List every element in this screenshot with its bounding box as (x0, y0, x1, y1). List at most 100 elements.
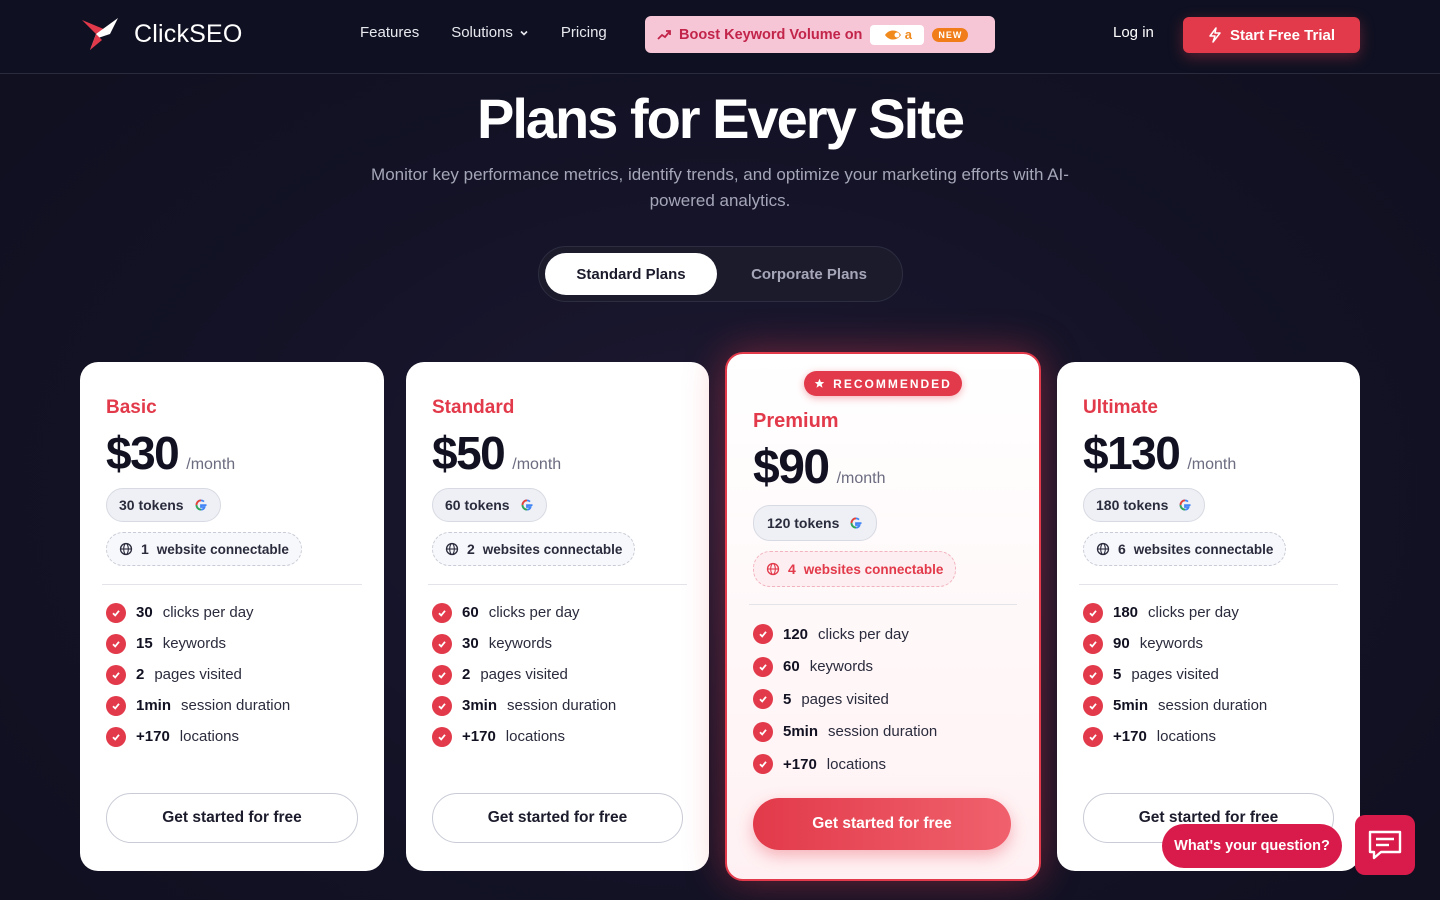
check-icon (106, 602, 126, 623)
divider (428, 584, 687, 585)
feature-item: 1min session duration (106, 690, 290, 721)
tokens-label: 120 tokens (767, 515, 840, 531)
feature-value: 5 (783, 690, 792, 708)
chat-launcher-button[interactable] (1355, 815, 1415, 875)
websites-pill: 2 websites connectable (432, 532, 636, 566)
plan-price: $50 /month (432, 426, 561, 480)
plan-price: $130 /month (1083, 426, 1236, 480)
check-icon (432, 726, 452, 747)
check-icon (432, 633, 452, 654)
check-icon (1083, 695, 1103, 716)
feature-label: clicks per day (488, 604, 580, 621)
feature-label: keywords (162, 635, 227, 652)
globe-icon (766, 562, 780, 576)
feature-item: 180 clicks per day (1083, 597, 1267, 628)
divider (1079, 584, 1338, 585)
plan-card-ultimate: Ultimate $130 /month 180 tokens 6 websit… (1057, 362, 1360, 871)
feature-item: 5min session duration (1083, 690, 1267, 721)
check-icon (106, 695, 126, 716)
nav-features[interactable]: Features (360, 24, 419, 41)
plan-name: Standard (432, 397, 515, 418)
promo-label: Boost Keyword Volume on (679, 26, 863, 43)
feature-item: 60 clicks per day (432, 597, 616, 628)
feature-item: 5 pages visited (1083, 659, 1267, 690)
check-icon (1083, 633, 1103, 654)
websites-pill: 6 websites connectable (1083, 532, 1287, 566)
plan-card-premium: RECOMMENDED Premium $90 /month 120 token… (725, 352, 1041, 881)
feature-item: 2 pages visited (432, 659, 616, 690)
brand-name: ClickSEO (134, 19, 243, 48)
plan-card-basic: Basic $30 /month 30 tokens 1 website con… (80, 362, 384, 871)
price-value: $30 (106, 427, 180, 479)
google-icon (195, 499, 207, 511)
tokens-label: 30 tokens (119, 497, 184, 513)
google-icon (521, 499, 533, 511)
feature-item: 60 keywords (753, 651, 937, 684)
feature-value: 5min (1113, 697, 1149, 714)
tab-standard-plans[interactable]: Standard Plans (545, 253, 717, 295)
tokens-pill: 180 tokens (1083, 488, 1206, 522)
websites-count: 1 (141, 541, 149, 557)
feature-value: 3min (462, 697, 498, 714)
feature-label: pages visited (480, 666, 568, 683)
feature-list: 30 clicks per day 15 keywords 2 pages visit… (106, 597, 290, 752)
nav-solutions[interactable]: Solutions (451, 24, 529, 41)
feature-item: +170 locations (432, 721, 616, 752)
feature-label: keywords (1139, 635, 1204, 652)
feature-label: pages visited (1131, 666, 1219, 683)
star-icon (814, 378, 825, 388)
feature-label: pages visited (154, 666, 242, 683)
new-badge: NEW (932, 27, 969, 42)
feature-value: 30 (136, 604, 153, 621)
check-icon (432, 664, 452, 685)
feature-value: +170 (783, 755, 817, 773)
divider (749, 604, 1017, 605)
check-icon (753, 689, 773, 710)
recommended-label: RECOMMENDED (833, 376, 952, 391)
price-value: $50 (432, 427, 506, 479)
feature-value: 60 (462, 604, 479, 621)
feature-item: 90 keywords (1083, 628, 1267, 659)
feature-label: session duration (1158, 697, 1268, 714)
feature-value: 180 (1113, 604, 1139, 621)
feature-item: 2 pages visited (106, 659, 290, 690)
get-started-button[interactable]: Get started for free (106, 793, 358, 843)
check-icon (106, 633, 126, 654)
get-started-button[interactable]: Get started for free (432, 793, 683, 843)
websites-label: website connectable (156, 541, 289, 557)
plan-price: $30 /month (106, 426, 235, 480)
price-period: /month (836, 470, 886, 487)
tab-corporate-plans[interactable]: Corporate Plans (729, 253, 889, 295)
promo-banner[interactable]: Boost Keyword Volume on a NEW (645, 16, 995, 53)
start-trial-label: Start Free Trial (1229, 26, 1336, 44)
get-started-button[interactable]: Get started for free (753, 798, 1011, 850)
feature-label: session duration (828, 723, 938, 741)
check-icon (753, 721, 773, 742)
chat-prompt-bubble[interactable]: What's your question? (1162, 824, 1342, 868)
google-icon (1179, 499, 1191, 511)
feature-value: 5 (1113, 666, 1122, 683)
websites-label: websites connectable (1133, 541, 1274, 557)
logo[interactable]: ClickSEO (80, 16, 243, 52)
feature-item: 3min session duration (432, 690, 616, 721)
nav-pricing[interactable]: Pricing (561, 24, 607, 41)
feature-label: session duration (507, 697, 617, 714)
feature-label: locations (179, 728, 239, 745)
feature-label: locations (826, 755, 886, 773)
feature-label: keywords (488, 635, 553, 652)
top-nav: ClickSEO Features Solutions Pricing Boos… (0, 0, 1440, 74)
feature-item: 120 clicks per day (753, 618, 937, 651)
google-icon (850, 517, 862, 529)
feature-label: pages visited (801, 690, 889, 708)
check-icon (106, 726, 126, 747)
tokens-pill: 60 tokens (432, 488, 547, 522)
feature-value: 15 (136, 635, 153, 652)
feature-item: 5min session duration (753, 716, 937, 749)
feature-item: +170 locations (1083, 721, 1267, 752)
partner-logo-text: a (904, 27, 913, 42)
plan-name: Basic (106, 397, 157, 418)
login-link[interactable]: Log in (1113, 24, 1154, 41)
start-trial-button[interactable]: Start Free Trial (1183, 17, 1360, 53)
feature-value: 5min (783, 723, 819, 741)
recommended-badge: RECOMMENDED (804, 371, 962, 396)
